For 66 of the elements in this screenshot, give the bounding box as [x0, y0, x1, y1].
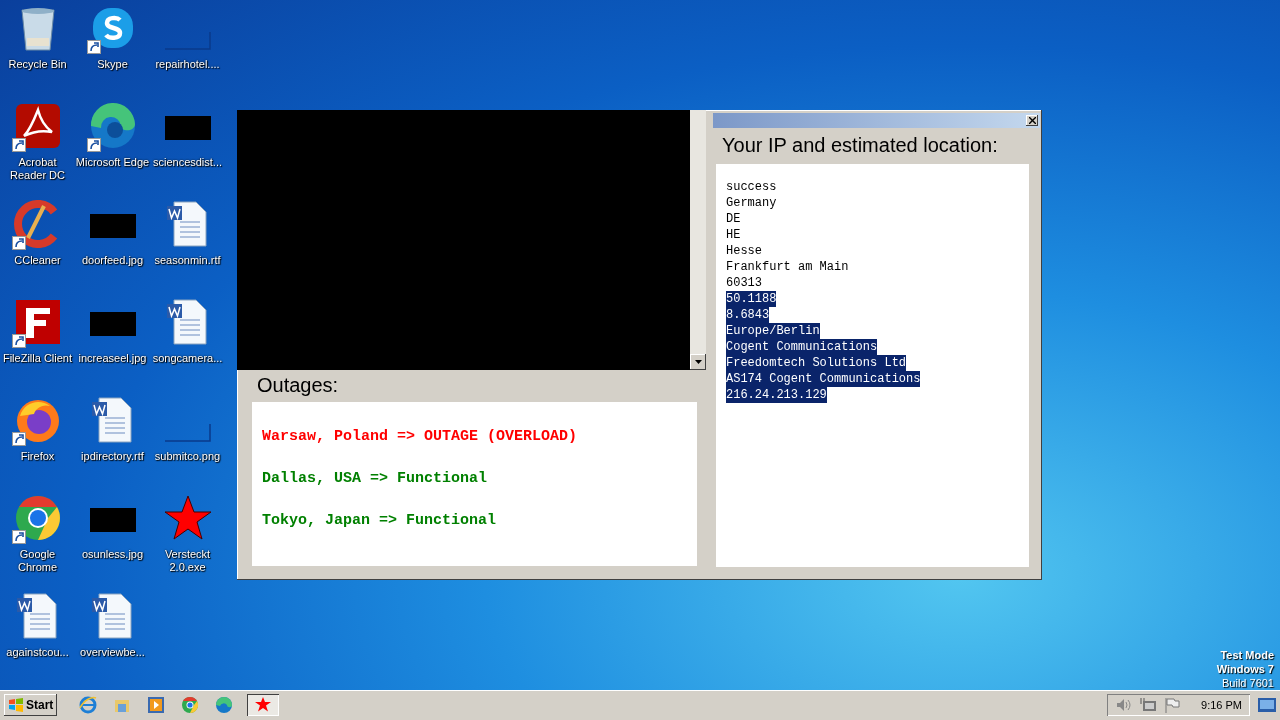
edge-icon[interactable] [215, 696, 234, 714]
test-mode-text: Test Mode [1220, 648, 1274, 662]
location-line: DE [726, 211, 741, 227]
show-desktop-icon[interactable] [1258, 698, 1276, 712]
shortcut-arrow-icon [11, 530, 26, 544]
desktop-icon-label[interactable]: CCleaner [14, 254, 61, 267]
test-mode-text: Build 7601 [1222, 676, 1274, 690]
desktop-icon-label[interactable]: Skype [97, 58, 128, 71]
desktop-icon-label[interactable]: sciencesdist... [152, 156, 223, 169]
network-icon[interactable] [1139, 697, 1158, 713]
desktop-icon-label[interactable]: FileZilla Client [2, 352, 73, 365]
desktop-icon-label[interactable]: Versteckt 2.0.exe [150, 548, 225, 574]
outage-line: Tokyo, Japan => Functional [262, 512, 498, 530]
desktop-icon-label[interactable]: submitco.png [154, 450, 221, 463]
down-arrow-icon [694, 360, 702, 364]
shortcut-arrow-icon [11, 334, 26, 348]
desktop-icon-label[interactable]: seasonmin.rtf [154, 254, 221, 267]
media-player-icon[interactable] [147, 696, 166, 714]
edge-icon [88, 102, 137, 150]
desktop-icon-label[interactable]: ipdirectory.rtf [81, 450, 144, 463]
chrome-icon [13, 494, 62, 542]
outage-line: Warsaw, Poland => OUTAGE (OVERLOAD) [262, 428, 579, 446]
outage-line: Dallas, USA => Functional [262, 470, 489, 488]
desktop-icon-label[interactable]: againstcou... [6, 646, 69, 659]
image-file-icon [164, 32, 211, 50]
desktop-icon-label[interactable]: Microsoft Edge [75, 156, 150, 169]
desktop-icon-label[interactable]: increaseel.jpg [78, 352, 147, 365]
star-icon [163, 494, 212, 542]
location-line: Germany [726, 195, 777, 211]
desktop-icon-label[interactable]: doorfeed.jpg [81, 254, 144, 267]
desktop-icon-label[interactable]: songcamera... [152, 352, 223, 365]
shortcut-arrow-icon [86, 138, 101, 152]
flag-icon[interactable] [1163, 697, 1182, 713]
desktop-icon-label[interactable]: overviewbe... [80, 646, 145, 659]
desktop-icon-label[interactable]: Firefox [20, 450, 55, 463]
shortcut-arrow-icon [11, 432, 26, 446]
acrobat-icon [13, 102, 62, 150]
test-mode-text: Windows 7 [1216, 662, 1274, 676]
shortcut-arrow-icon [86, 40, 101, 54]
chrome-icon[interactable] [181, 696, 200, 714]
internet-explorer-icon[interactable] [79, 696, 98, 714]
location-line: Frankfurt am Main [726, 259, 849, 275]
windows-logo-icon [8, 698, 24, 712]
shortcut-arrow-icon [11, 236, 26, 250]
location-heading: Your IP and estimated location: [721, 133, 999, 158]
clock[interactable]: 9:16 PM [1201, 699, 1242, 711]
location-line: success [726, 179, 777, 195]
location-line: HE [726, 227, 741, 243]
scrollbar[interactable] [690, 110, 706, 370]
desktop-icon-label[interactable]: Recycle Bin [8, 58, 67, 71]
desktop-icon-label[interactable]: Acrobat Reader DC [0, 156, 75, 182]
close-button[interactable] [1026, 115, 1038, 126]
desktop-icon-label[interactable]: osunless.jpg [81, 548, 144, 561]
image-file-icon [164, 424, 211, 442]
desktop-icon-label[interactable]: Google Chrome [0, 548, 75, 574]
taskbar-button[interactable] [247, 694, 280, 716]
desktop-icon-label[interactable]: repairhotel.... [155, 58, 220, 71]
location-line: Hesse [726, 243, 762, 259]
scroll-down-button[interactable] [690, 354, 706, 370]
location-line: 60313 [726, 275, 762, 291]
speaker-icon[interactable] [1115, 697, 1134, 713]
start-button[interactable]: Start [4, 694, 58, 716]
shortcut-arrow-icon [11, 138, 26, 152]
star-icon [255, 697, 272, 713]
outages-heading: Outages: [256, 373, 340, 398]
filezilla-icon [13, 298, 62, 346]
